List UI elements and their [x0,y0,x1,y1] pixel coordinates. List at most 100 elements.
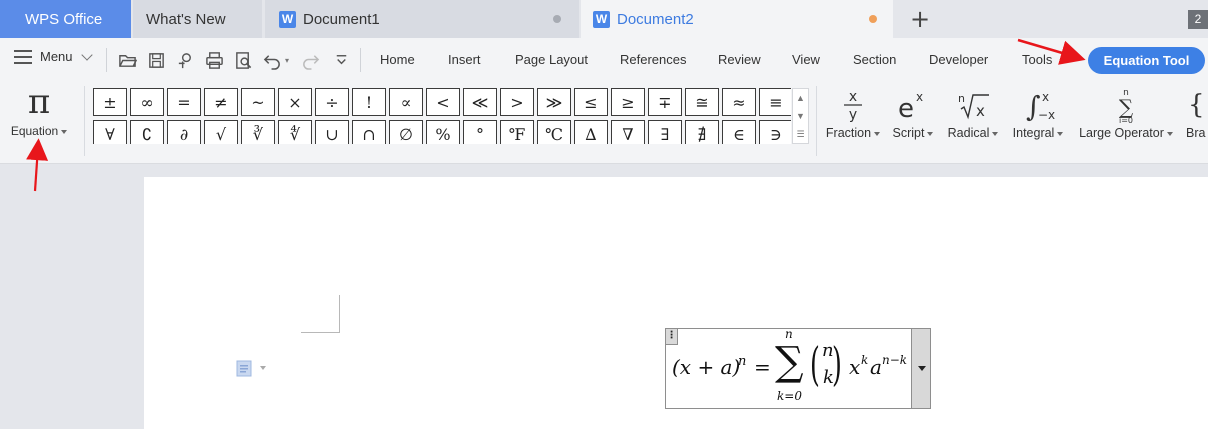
symbol-button[interactable]: ∇ [611,120,645,144]
symbol-button[interactable]: ∁ [130,120,164,144]
gallery-more-icon[interactable]: ☰ [793,125,808,143]
menu-page-layout[interactable]: Page Layout [515,52,588,67]
bracket-button[interactable]: { Bra [1186,86,1208,140]
undo-dropdown-icon[interactable]: ▾ [282,50,292,70]
radical-button[interactable]: nx Radical [945,86,1001,140]
redo-icon[interactable] [300,50,320,70]
tab-document2[interactable]: W Document2 [581,0,893,38]
integral-button[interactable]: ∫ x −x Integral [1010,86,1066,140]
equation-content[interactable]: (x + a) n = n ∑ k=0 ( n k ) x k a n−k [672,327,908,408]
symbol-button[interactable]: ∪ [315,120,349,144]
print-icon[interactable] [204,50,224,70]
menu-developer[interactable]: Developer [929,52,988,67]
symbol-button[interactable]: ≪ [463,88,497,116]
symbol-button[interactable]: ∜ [278,120,312,144]
menu-insert[interactable]: Insert [448,52,481,67]
equation-lhs: (x + a) [672,355,741,379]
window-count-badge[interactable]: 2 [1188,10,1208,29]
insert-equation-button[interactable]: π Equation [6,84,72,154]
svg-text:x: x [849,89,857,105]
symbol-button[interactable]: ∝ [389,88,423,116]
equation-lhs-exponent: n [738,354,747,369]
tab-label: What's New [146,10,226,28]
tab-document1[interactable]: W Document1 [265,0,579,38]
scroll-down-icon[interactable]: ▼ [793,107,808,125]
symbol-button[interactable]: ∈ [722,120,756,144]
symbol-button[interactable]: ÷ [315,88,349,116]
unsaved-dot[interactable] [869,15,877,23]
divider [360,48,361,72]
symbol-button[interactable]: = [167,88,201,116]
symbol-button[interactable]: ∓ [648,88,682,116]
open-folder-icon[interactable] [117,50,137,70]
symbol-button[interactable]: ≅ [685,88,719,116]
symbol-button[interactable]: ∃ [648,120,682,144]
symbol-button[interactable]: ° [463,120,497,144]
tab-status-dot[interactable] [553,15,561,23]
divider [816,86,817,156]
customize-toolbar-icon[interactable] [331,50,351,70]
undo-icon[interactable] [262,50,282,70]
symbol-button[interactable]: ≈ [722,88,756,116]
script-button[interactable]: ex Script [890,86,936,140]
menu-view[interactable]: View [792,52,820,67]
term-a: a [870,355,882,379]
symbol-button[interactable]: ∋ [759,120,791,144]
symbol-button[interactable]: < [426,88,460,116]
new-tab-button[interactable]: + [906,5,934,33]
symbol-button[interactable]: ≤ [574,88,608,116]
scroll-up-icon[interactable]: ▲ [793,89,808,107]
menu-references[interactable]: References [620,52,686,67]
symbol-button[interactable]: ∞ [130,88,164,116]
symbol-button[interactable]: ∀ [93,120,127,144]
symbol-button[interactable]: % [426,120,460,144]
tab-bar: WPS Office What's New W Document1 W Docu… [0,0,1208,38]
symbol-button[interactable]: ≫ [537,88,571,116]
symbol-button[interactable]: ! [352,88,386,116]
print-preview-icon[interactable] [233,50,253,70]
equation-object[interactable]: ⋮ (x + a) n = n ∑ k=0 ( n k ) x k a n−k [665,327,912,409]
symbol-button[interactable]: ∄ [685,120,719,144]
chevron-down-icon [80,48,93,61]
menu-button[interactable]: Menu [14,48,93,64]
menu-section[interactable]: Section [853,52,896,67]
symbol-gallery-scroll[interactable]: ▲ ▼ ☰ [792,88,809,144]
symbol-button[interactable]: ∅ [389,120,423,144]
symbol-button[interactable]: ≥ [611,88,645,116]
term-a-exponent: n−k [882,353,908,367]
menu-bar: Menu ▾ Home Insert Page Layout Reference… [0,38,1208,80]
symbol-button[interactable]: ∛ [241,120,275,144]
tab-whats-new[interactable]: What's New [133,0,262,38]
symbol-button[interactable]: ∂ [167,120,201,144]
fraction-button[interactable]: xy Fraction [823,86,883,140]
large-operator-label: Large Operator [1079,126,1164,140]
menu-home[interactable]: Home [380,52,415,67]
symbol-button[interactable]: ~ [241,88,275,116]
save-icon[interactable] [146,50,166,70]
integral-icon: ∫ x −x [1010,86,1066,124]
document-page[interactable]: ⋮ (x + a) n = n ∑ k=0 ( n k ) x k a n−k [144,177,1208,429]
paste-options-button[interactable] [236,359,266,377]
tab-wps-office[interactable]: WPS Office [0,0,131,38]
large-operator-button[interactable]: n ∑ i=0 Large Operator [1074,86,1178,140]
export-pdf-icon[interactable] [175,50,195,70]
caret-icon [61,129,68,134]
menu-tools[interactable]: Tools [1022,52,1052,67]
symbol-button[interactable]: ∩ [352,120,386,144]
equation-options-dropdown[interactable] [911,328,931,409]
svg-text:x: x [916,90,923,104]
tab-label: WPS Office [25,10,103,28]
equation-tool-tab[interactable]: Equation Tool [1088,47,1205,74]
symbol-button[interactable]: √ [204,120,238,144]
page-margin-mark [301,332,340,333]
symbol-button[interactable]: ≠ [204,88,238,116]
symbol-button[interactable]: ≡ [759,88,791,116]
menu-review[interactable]: Review [718,52,761,67]
symbol-button[interactable]: ± [93,88,127,116]
symbol-button[interactable]: ℉ [500,120,534,144]
symbol-button[interactable]: ∆ [574,120,608,144]
menu-label: Menu [40,49,73,64]
symbol-button[interactable]: ℃ [537,120,571,144]
symbol-button[interactable]: × [278,88,312,116]
symbol-button[interactable]: > [500,88,534,116]
